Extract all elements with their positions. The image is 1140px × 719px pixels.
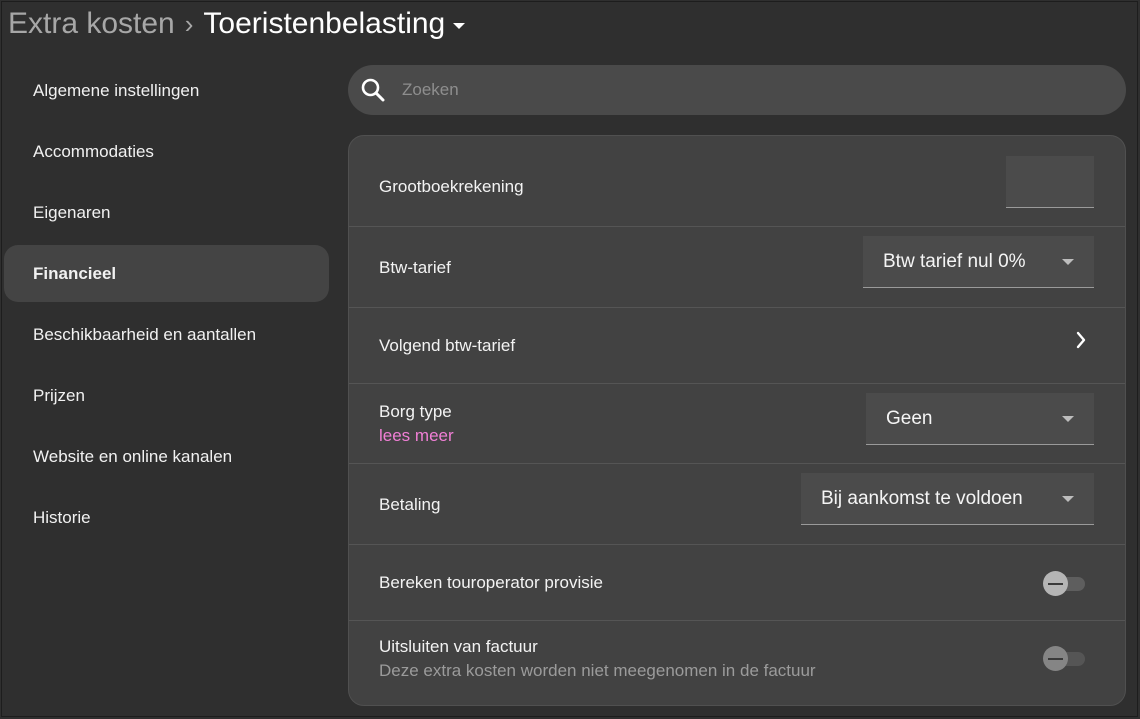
settings-card: Grootboekrekening Btw-tarief Btw tarief … xyxy=(348,135,1126,706)
sidebar-item-label: Algemene instellingen xyxy=(33,80,200,100)
sidebar-item-label: Historie xyxy=(33,507,91,527)
toggle-knob xyxy=(1043,571,1068,596)
dropdown-arrow-icon xyxy=(1062,496,1074,502)
sidebar-item-label: Website en online kanalen xyxy=(33,446,233,466)
sidebar-item-financieel[interactable]: Financieel xyxy=(4,245,329,302)
chevron-right-icon[interactable] xyxy=(1075,331,1087,349)
next-vat-label: Volgend btw-tarief xyxy=(379,336,516,355)
sidebar: Algemene instellingen Accommodaties Eige… xyxy=(4,62,329,550)
setting-row-exclude-invoice: Uitsluiten van factuur Deze extra kosten… xyxy=(349,620,1125,705)
sidebar-item-beschikbaarheid[interactable]: Beschikbaarheid en aantallen xyxy=(4,306,329,363)
exclude-invoice-description: Deze extra kosten worden niet meegenomen… xyxy=(379,661,816,680)
sidebar-item-label: Beschikbaarheid en aantallen xyxy=(33,324,257,344)
vat-select-value: Btw tarief nul 0% xyxy=(883,250,1026,272)
tour-operator-label: Bereken touroperator provisie xyxy=(379,573,603,592)
read-more-link[interactable]: lees meer xyxy=(379,426,454,446)
sidebar-item-label: Accommodaties xyxy=(33,141,154,161)
setting-row-tour-operator: Bereken touroperator provisie xyxy=(349,544,1125,621)
deposit-label: Borg type xyxy=(379,402,452,421)
breadcrumb-parent[interactable]: Extra kosten xyxy=(8,7,175,41)
sidebar-item-label: Eigenaren xyxy=(33,202,111,222)
vat-label: Btw-tarief xyxy=(379,258,451,277)
dropdown-arrow-icon xyxy=(1062,416,1074,422)
sidebar-item-algemene-instellingen[interactable]: Algemene instellingen xyxy=(4,62,329,119)
deposit-select[interactable]: Geen xyxy=(866,393,1094,445)
ledger-label: Grootboekrekening xyxy=(379,177,524,196)
setting-row-vat: Btw-tarief Btw tarief nul 0% xyxy=(349,226,1125,308)
setting-row-ledger: Grootboekrekening xyxy=(349,136,1125,227)
payment-select[interactable]: Bij aankomst te voldoen xyxy=(801,473,1094,525)
dropdown-arrow-icon xyxy=(1062,259,1074,265)
caret-down-icon[interactable] xyxy=(453,23,466,29)
sidebar-item-label: Financieel xyxy=(33,263,117,283)
search-bar[interactable] xyxy=(348,65,1126,115)
setting-row-payment: Betaling Bij aankomst te voldoen xyxy=(349,463,1125,545)
ledger-field[interactable] xyxy=(1006,156,1094,208)
sidebar-item-website[interactable]: Website en online kanalen xyxy=(4,428,329,485)
breadcrumb: Extra kosten › Toeristenbelasting xyxy=(8,4,466,44)
vat-select[interactable]: Btw tarief nul 0% xyxy=(863,236,1094,288)
sidebar-item-prijzen[interactable]: Prijzen xyxy=(4,367,329,424)
breadcrumb-separator: › xyxy=(184,8,194,39)
search-icon xyxy=(361,78,385,102)
deposit-select-value: Geen xyxy=(886,407,933,429)
sidebar-item-historie[interactable]: Historie xyxy=(4,489,329,546)
setting-row-next-vat[interactable]: Volgend btw-tarief xyxy=(349,307,1125,384)
search-input[interactable] xyxy=(400,79,1084,101)
setting-row-deposit: Borg type lees meer Geen xyxy=(349,383,1125,464)
payment-select-value: Bij aankomst te voldoen xyxy=(821,487,1023,509)
sidebar-item-eigenaren[interactable]: Eigenaren xyxy=(4,184,329,241)
sidebar-item-accommodaties[interactable]: Accommodaties xyxy=(4,123,329,180)
toggle-knob xyxy=(1043,646,1068,671)
exclude-invoice-toggle[interactable] xyxy=(1043,646,1089,671)
sidebar-item-label: Prijzen xyxy=(33,385,85,405)
exclude-invoice-label: Uitsluiten van factuur xyxy=(379,637,538,656)
payment-label: Betaling xyxy=(379,495,441,514)
page-title[interactable]: Toeristenbelasting xyxy=(203,7,445,41)
tour-operator-toggle[interactable] xyxy=(1043,571,1089,596)
